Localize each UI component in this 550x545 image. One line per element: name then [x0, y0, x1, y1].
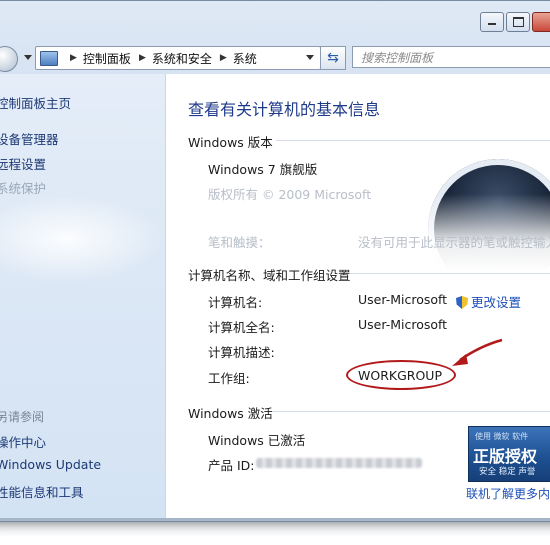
badge-line3: 安全 稳定 声誉	[479, 467, 536, 477]
breadcrumb-system-security[interactable]: 系统和安全	[152, 50, 212, 67]
breadcrumb-system[interactable]: 系统	[233, 50, 257, 67]
change-settings-label[interactable]: 更改设置	[471, 295, 521, 310]
refresh-button[interactable]: ⇆	[320, 46, 346, 70]
computer-heading: 计算机名称、域和工作组设置	[188, 268, 351, 283]
sidebar-item-action-center[interactable]: 操作中心	[0, 432, 46, 451]
sidebar-home-link[interactable]: 控制面板主页	[0, 93, 71, 112]
product-id-label: 产品 ID:	[208, 458, 255, 473]
badge-line1: 使用 微软 软件	[475, 432, 529, 441]
edition-name: Windows 7 旗舰版	[208, 162, 318, 177]
annotation-oval	[346, 360, 456, 390]
edition-copyright: 版权所有 © 2009 Microsoft	[208, 187, 372, 202]
breadcrumb-control-panel[interactable]: 控制面板	[83, 50, 131, 67]
navigation-bar: ▶ 控制面板 ▶ 系统和安全 ▶ 系统 ⇆ 搜索控制面板	[0, 44, 550, 72]
window-shadow	[0, 518, 550, 545]
sidebar-glow	[0, 194, 165, 284]
workgroup-label: 工作组:	[208, 371, 250, 386]
uac-shield-icon	[456, 296, 468, 309]
see-also-heading: 另请参阅	[0, 410, 45, 424]
refresh-icon: ⇆	[327, 50, 339, 66]
learn-more-link[interactable]: 联机了解更多内	[466, 485, 550, 502]
pen-touch-value: 没有可用于此显示器的笔或触控输入	[358, 235, 550, 250]
edition-heading: Windows 版本	[188, 135, 273, 150]
divider	[350, 273, 550, 274]
control-panel-icon	[40, 50, 58, 66]
search-input[interactable]: 搜索控制面板	[352, 46, 550, 68]
back-button[interactable]	[0, 46, 18, 72]
recent-pages-dropdown-icon[interactable]	[24, 55, 32, 60]
page-title: 查看有关计算机的基本信息	[188, 100, 381, 119]
sidebar-item-device-manager[interactable]: 设备管理器	[0, 129, 59, 148]
chevron-right-icon[interactable]: ▶	[220, 53, 227, 63]
address-bar[interactable]: ▶ 控制面板 ▶ 系统和安全 ▶ 系统	[35, 46, 321, 70]
address-dropdown-icon[interactable]	[306, 55, 314, 60]
close-button[interactable]	[532, 12, 550, 32]
sidebar-item-windows-update[interactable]: Windows Update	[0, 457, 101, 472]
pen-touch-label: 笔和触摸：	[208, 235, 271, 250]
content-area: 控制面板主页 设备管理器 远程设置 系统保护 另请参阅 操作中心 Windows…	[0, 74, 550, 518]
sidebar: 控制面板主页 设备管理器 远程设置 系统保护 另请参阅 操作中心 Windows…	[0, 74, 166, 518]
full-computer-name-label: 计算机全名:	[208, 320, 275, 335]
full-computer-name-value: User-Microsoft	[358, 317, 448, 332]
chevron-right-icon[interactable]: ▶	[139, 53, 146, 63]
main-panel: 查看有关计算机的基本信息 Windows 版本 Windows 7 旗舰版 版权…	[166, 74, 550, 518]
sidebar-item-remote-settings[interactable]: 远程设置	[0, 154, 46, 173]
chevron-right-icon[interactable]: ▶	[70, 53, 77, 63]
change-settings-link[interactable]: 更改设置	[456, 292, 521, 311]
badge-line2: 正版授权	[473, 447, 538, 466]
activation-heading: Windows 激活	[188, 406, 273, 421]
divider	[272, 411, 550, 412]
computer-name-value: User-Microsoft	[358, 292, 448, 307]
sidebar-item-system-protection[interactable]: 系统保护	[0, 178, 46, 197]
genuine-badge: 使用 微软 软件 正版授权 安全 稳定 声誉	[468, 426, 550, 482]
minimize-button[interactable]	[480, 12, 504, 32]
computer-name-label: 计算机名:	[208, 295, 263, 310]
sidebar-item-performance[interactable]: 性能信息和工具	[0, 482, 84, 501]
maximize-button[interactable]	[506, 12, 530, 32]
product-id-redacted	[256, 458, 422, 468]
annotation-arrow-icon	[452, 338, 503, 366]
divider	[276, 140, 550, 141]
computer-description-label: 计算机描述:	[208, 345, 275, 360]
caption-buttons	[480, 12, 550, 32]
activation-status: Windows 已激活	[208, 433, 306, 448]
